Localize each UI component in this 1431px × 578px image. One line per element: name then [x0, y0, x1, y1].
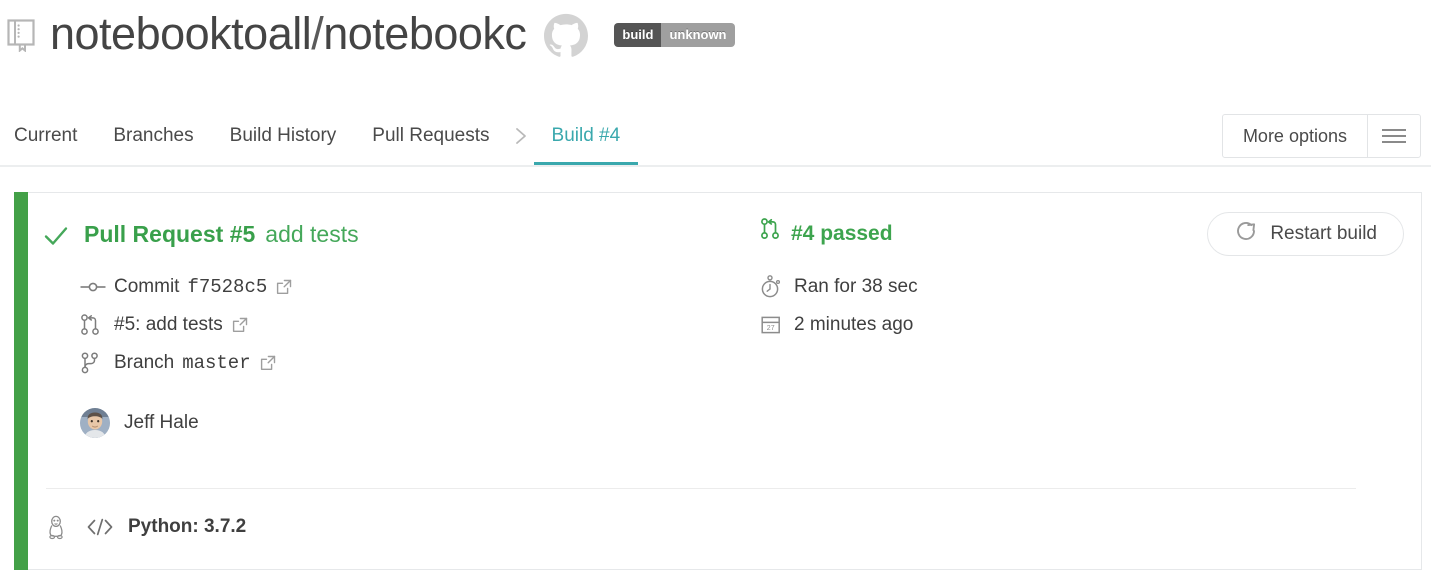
- external-link-icon[interactable]: [260, 355, 276, 371]
- commit-hash: f7528c5: [187, 276, 268, 298]
- restart-icon: [1234, 219, 1258, 249]
- build-status-text: #4 passed: [791, 222, 893, 245]
- build-status-badge: build unknown: [614, 23, 735, 47]
- build-summary-row: Pull Request #5 add tests #4 passed Rest…: [42, 212, 1422, 260]
- duration-text: Ran for 38 sec: [794, 276, 918, 297]
- code-icon: [86, 518, 114, 536]
- branch-row: Branch master: [80, 350, 292, 376]
- badge-label: build: [614, 23, 662, 47]
- commit-icon: [80, 279, 106, 295]
- panel-divider: [46, 488, 1356, 489]
- book-icon: [6, 18, 36, 53]
- nav-tabs: Current Branches Build History Pull Requ…: [10, 106, 639, 165]
- check-icon: [42, 222, 70, 250]
- page-title: notebooktoall/notebookc: [50, 7, 527, 60]
- calendar-icon: 27: [760, 314, 786, 336]
- github-icon: [544, 13, 589, 57]
- tab-current[interactable]: Current: [10, 106, 95, 165]
- build-environment-row: Python: 3.7.2: [44, 514, 246, 540]
- chevron-right-icon: [510, 125, 532, 147]
- more-options-button[interactable]: More options: [1223, 115, 1367, 157]
- more-options-group: More options: [1221, 114, 1421, 158]
- pull-request-icon: [760, 214, 780, 254]
- branch-icon: [80, 352, 106, 374]
- stopwatch-icon: [760, 275, 786, 299]
- external-link-icon[interactable]: [232, 317, 248, 333]
- repo-header: notebooktoall/notebookc build unknown: [0, 0, 1431, 70]
- pull-request-row: #5: add tests: [80, 312, 292, 338]
- svg-text:27: 27: [767, 325, 775, 332]
- repo-separator: /: [311, 7, 324, 59]
- environment-text: Python: 3.7.2: [128, 516, 247, 537]
- branch-name: master: [182, 352, 251, 374]
- more-options-label: More options: [1242, 125, 1347, 146]
- pull-request-title: Pull Request #5: [84, 221, 256, 247]
- build-meta-right: Ran for 38 sec 27 2 minutes ago: [760, 274, 918, 338]
- pull-request-heading[interactable]: Pull Request #5 add tests: [84, 214, 359, 254]
- author-name: Jeff Hale: [124, 412, 199, 433]
- commit-label: Commit: [114, 276, 180, 297]
- pull-request-label: #5: add tests: [114, 314, 223, 335]
- repo-owner: notebooktoall: [50, 7, 312, 59]
- restart-build-label: Restart build: [1270, 223, 1377, 244]
- build-status-text-group: #4 passed: [760, 214, 893, 254]
- tab-branches[interactable]: Branches: [95, 106, 211, 165]
- nav-tabs-bar: Current Branches Build History Pull Requ…: [0, 106, 1431, 167]
- timestamp-row: 27 2 minutes ago: [760, 312, 918, 338]
- build-panel-content: Pull Request #5 add tests #4 passed Rest…: [42, 192, 1422, 570]
- repo-name: notebookc: [323, 7, 527, 59]
- commit-row: Commit f7528c5: [80, 274, 292, 300]
- tab-build-history[interactable]: Build History: [212, 106, 355, 165]
- build-author[interactable]: Jeff Hale: [80, 408, 199, 438]
- restart-build-button[interactable]: Restart build: [1207, 212, 1404, 256]
- pull-request-subject: add tests: [265, 221, 359, 247]
- avatar: [80, 408, 110, 438]
- hamburger-icon[interactable]: [1367, 115, 1420, 157]
- tab-pull-requests[interactable]: Pull Requests: [354, 106, 507, 165]
- build-meta-left: Commit f7528c5 #5: add tests Branch mast…: [80, 274, 292, 376]
- pull-request-icon: [80, 314, 106, 336]
- external-link-icon[interactable]: [276, 279, 292, 295]
- timestamp-text: 2 minutes ago: [794, 314, 914, 335]
- build-status-bar: [14, 192, 28, 570]
- linux-penguin-icon: [44, 514, 68, 540]
- duration-row: Ran for 38 sec: [760, 274, 918, 300]
- branch-label: Branch: [114, 352, 175, 373]
- tab-build-4[interactable]: Build #4: [533, 106, 639, 165]
- badge-value: unknown: [661, 23, 735, 47]
